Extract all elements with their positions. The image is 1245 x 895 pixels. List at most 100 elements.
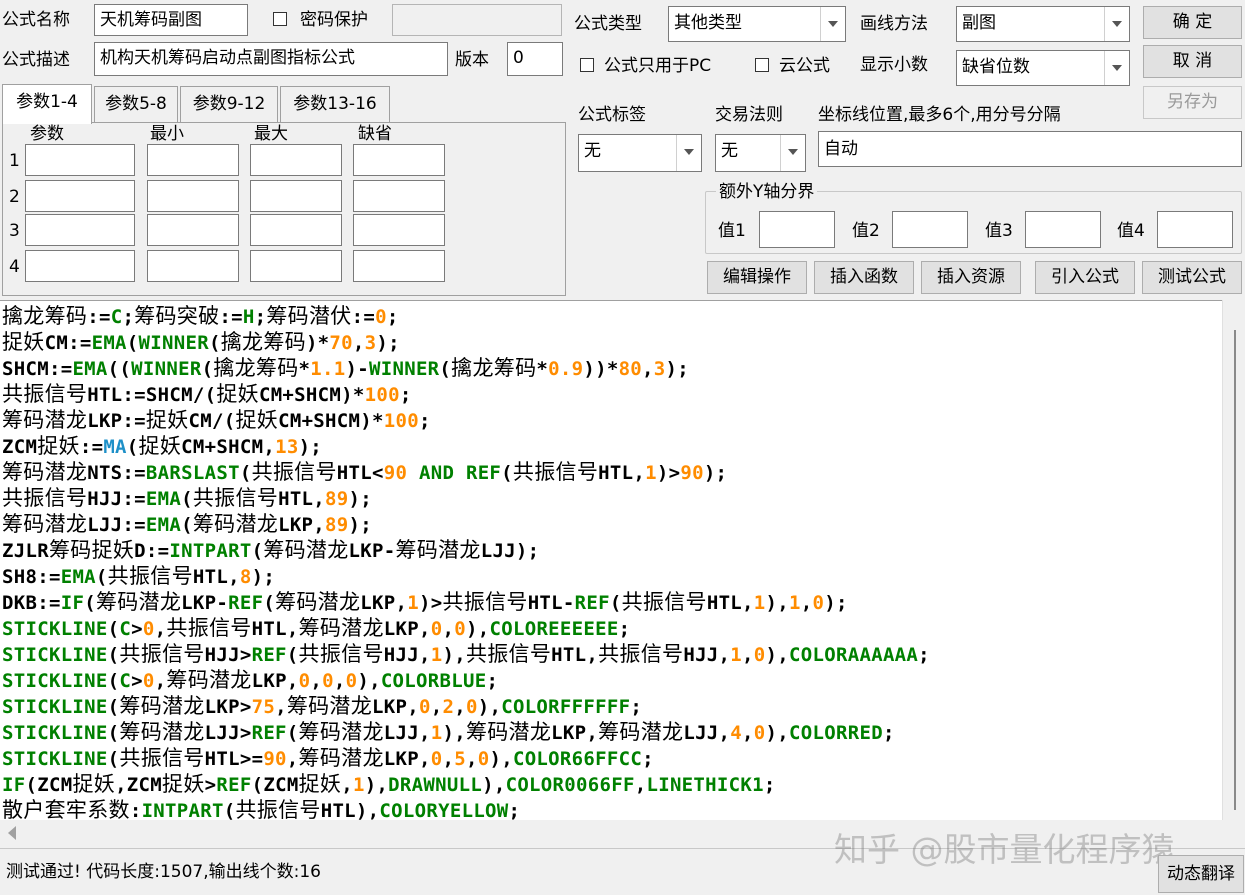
code-token: LKP- (181, 592, 229, 614)
code-token: WINNER (131, 358, 202, 380)
code-token: , (333, 670, 346, 692)
formula-name-input[interactable]: 天机筹码副图 (94, 4, 248, 36)
code-token: 共振信号 (465, 642, 552, 666)
save-as-button: 另存为 (1143, 86, 1242, 119)
value4-input[interactable] (1157, 211, 1233, 248)
cloud-checkbox[interactable] (755, 58, 769, 72)
code-token: EMA (145, 514, 182, 536)
coord-line-label: 坐标线位置,最多6个,用分号分隔 (818, 105, 1061, 125)
password-checkbox[interactable] (273, 12, 287, 26)
code-token: STICKLINE (2, 696, 108, 718)
param-max-field[interactable] (250, 214, 342, 246)
value3-input[interactable] (1025, 211, 1101, 248)
tab-params-1-4[interactable]: 参数1-4 (2, 84, 92, 124)
param-default-field[interactable] (353, 250, 445, 282)
draw-method-select[interactable]: 副图 (956, 6, 1130, 42)
tab-params-9-12[interactable]: 参数9-12 (180, 86, 278, 122)
value1-input[interactable] (759, 211, 835, 248)
scrollbar-thumb[interactable] (1234, 330, 1236, 810)
formula-desc-label: 公式描述 (2, 50, 70, 70)
insert-resource-button[interactable]: 插入资源 (921, 261, 1021, 294)
param-name-field[interactable] (25, 144, 135, 176)
code-token: 筹码潜龙 (298, 746, 384, 770)
scroll-left-icon[interactable] (6, 826, 18, 840)
code-token: 捉妖 (216, 382, 259, 406)
code-token: > (131, 618, 143, 640)
code-token: 筹码突破 (134, 304, 220, 328)
code-token: ); (665, 358, 690, 380)
code-token: 筹码潜龙 (286, 694, 373, 718)
code-token: ( (107, 748, 120, 770)
pc-only-checkbox[interactable] (580, 58, 594, 72)
param-default-field[interactable] (353, 144, 445, 176)
code-token: 0.9 (548, 358, 584, 380)
code-token: ); (376, 332, 400, 354)
code-token: INTPART (141, 800, 224, 821)
param-name-field[interactable] (25, 214, 135, 246)
code-token: 捉妖 (138, 434, 182, 458)
code-token: HTL, (551, 644, 599, 666)
code-token: , (642, 358, 654, 380)
param-min-field[interactable] (147, 180, 239, 212)
value2-input[interactable] (892, 211, 968, 248)
trade-rule-select[interactable]: 无 (715, 134, 806, 172)
code-token: CM+SHCM, (181, 436, 276, 458)
code-token: ; (399, 384, 412, 406)
edit-ops-button[interactable]: 编辑操作 (707, 261, 807, 294)
code-line: STICKLINE(筹码潜龙LJJ>REF(筹码潜龙LJJ,1),筹码潜龙LKP… (2, 719, 895, 745)
code-editor[interactable]: 擒龙筹码:=C;筹码突破:=H;筹码潜伏:=0; 捉妖CM:=EMA(WINNER… (0, 300, 1245, 821)
code-token: IF (60, 592, 85, 614)
code-token: 筹码捉妖 (48, 538, 135, 562)
insert-function-button[interactable]: 插入函数 (814, 261, 914, 294)
code-token: LKP, (383, 618, 431, 640)
decimals-select[interactable]: 缺省位数 (956, 50, 1130, 86)
param-max-field[interactable] (250, 144, 342, 176)
code-token: , (442, 618, 455, 640)
code-token: ; (122, 306, 135, 328)
param-min-field[interactable] (147, 250, 239, 282)
code-token: ( (208, 332, 221, 354)
code-token: 捉妖 (145, 408, 189, 432)
code-token: ), (765, 592, 790, 614)
formula-name-label: 公式名称 (2, 10, 70, 30)
formula-tag-select[interactable]: 无 (578, 134, 702, 172)
code-token: 共振信号 (107, 564, 193, 588)
param-name-field[interactable] (25, 250, 135, 282)
coord-line-input[interactable]: 自动 (818, 131, 1242, 167)
import-formula-button[interactable]: 引入公式 (1035, 261, 1135, 294)
code-token: LJJ); (480, 540, 540, 562)
param-default-field[interactable] (353, 180, 445, 212)
pc-only-label: 公式只用于PC (604, 56, 712, 76)
param-default-field[interactable] (353, 214, 445, 246)
code-token: ; (254, 306, 267, 328)
chevron-down-icon (1104, 7, 1129, 41)
tab-params-13-16[interactable]: 参数13-16 (280, 86, 390, 122)
test-formula-button[interactable]: 测试公式 (1142, 261, 1242, 294)
dynamic-translate-button[interactable]: 动态翻译 (1158, 855, 1244, 893)
code-token: C (119, 618, 132, 640)
code-token: 89 (325, 514, 349, 536)
formula-desc-input[interactable]: 机构天机筹码启动点副图指标公式 (94, 42, 448, 76)
code-token: , (275, 696, 287, 718)
vertical-scrollbar[interactable] (1222, 300, 1245, 820)
password-label: 密码保护 (300, 10, 368, 30)
code-token: REF (465, 462, 502, 484)
ok-button[interactable]: 确 定 (1143, 6, 1242, 39)
code-token: 共振信号 (192, 486, 279, 510)
cancel-button[interactable]: 取 消 (1143, 45, 1242, 78)
version-input[interactable]: 0 (507, 42, 563, 76)
param-max-field[interactable] (250, 180, 342, 212)
formula-type-select[interactable]: 其他类型 (668, 6, 846, 42)
code-token: REF (251, 722, 287, 744)
param-min-field[interactable] (147, 214, 239, 246)
param-max-field[interactable] (250, 250, 342, 282)
param-name-field[interactable] (25, 180, 135, 212)
code-token: ( (107, 618, 120, 640)
code-token: 共振信号 (598, 642, 684, 666)
tab-params-5-8[interactable]: 参数5-8 (94, 86, 178, 122)
code-token: , (742, 644, 754, 666)
code-token: ); (298, 436, 323, 458)
code-token: ); (251, 566, 276, 588)
code-token: : (129, 800, 142, 821)
param-min-field[interactable] (147, 144, 239, 176)
